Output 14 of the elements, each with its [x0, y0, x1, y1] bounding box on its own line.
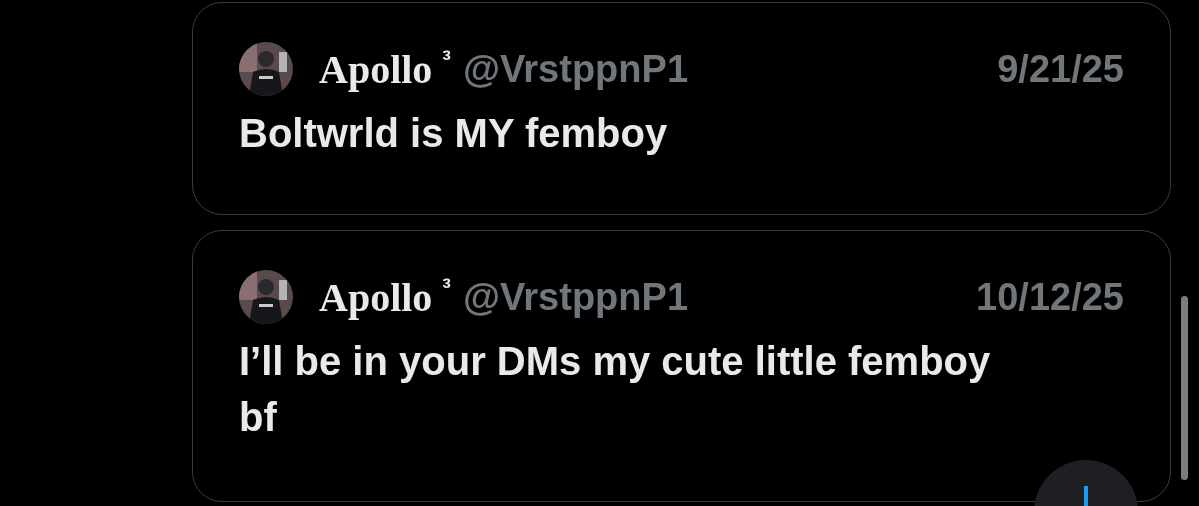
avatar[interactable] — [239, 270, 293, 324]
display-name: Apollo — [319, 273, 433, 321]
name-suffix: ³ — [442, 45, 452, 76]
name-suffix: ³ — [442, 273, 452, 304]
post-text: Boltwrld is MY femboy — [239, 110, 669, 157]
user-handle: @VrstppnP1 — [463, 47, 689, 91]
user-handle: @VrstppnP1 — [463, 275, 689, 319]
post-date: 10/12/25 — [976, 275, 1124, 319]
post-date: 9/21/25 — [997, 47, 1124, 91]
display-name: Apollo — [319, 45, 433, 93]
avatar[interactable] — [239, 42, 293, 96]
post-text: I’ll be in your DMs my cute little femboy bf — [239, 338, 992, 441]
post-card[interactable]: Apollo ³ @VrstppnP1 9/21/25 Boltwrld is MY femboy — [192, 2, 1171, 215]
scrollbar[interactable] — [1181, 296, 1188, 480]
